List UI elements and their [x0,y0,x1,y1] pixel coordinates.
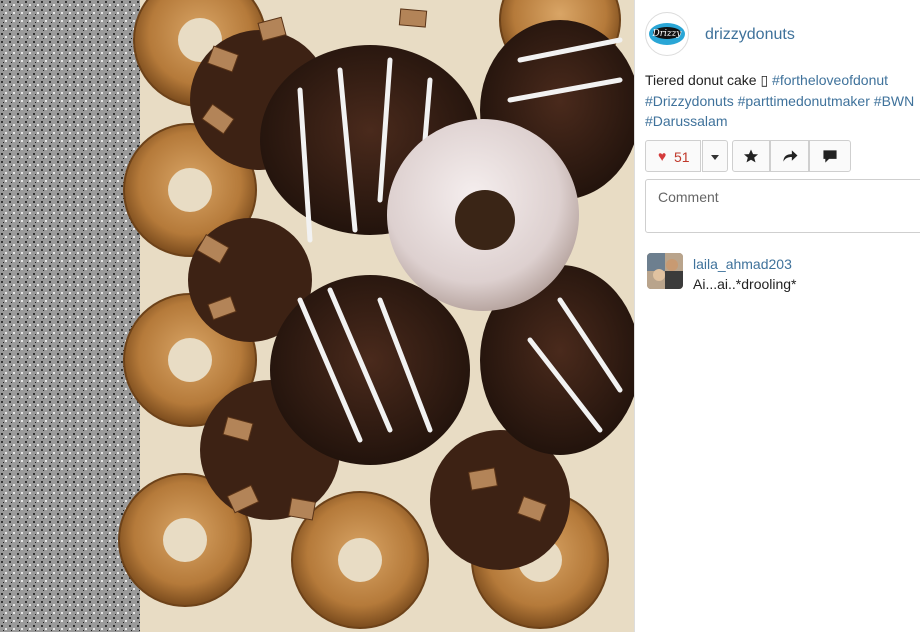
heart-icon: ♥ [658,148,667,164]
like-options-button[interactable] [702,140,728,172]
comment-text: Ai...ai..*drooling* [693,276,797,292]
comment-username[interactable]: laila_ahmad203 [693,256,792,272]
post-details-panel: Drizzy drizzydonuts Tiered donut cake ▯ … [635,0,920,632]
owner-avatar[interactable]: Drizzy [645,12,689,56]
post-photo [0,0,634,632]
hashtag-link[interactable]: #Drizzydonuts [645,93,734,109]
owner-username[interactable]: drizzydonuts [705,26,795,44]
donut-illustration [0,0,634,632]
caret-down-icon [711,155,719,160]
like-count: 51 [674,149,690,165]
svg-text:Drizzy: Drizzy [652,29,683,39]
favorite-button[interactable] [732,140,770,172]
post-caption: Tiered donut cake ▯ #fortheloveofdonut #… [645,70,915,132]
hashtag-link[interactable]: #Darussalam [645,113,727,129]
comment-placeholder: Comment [658,189,719,205]
like-button[interactable]: ♥ 51 [645,140,701,172]
hashtag-link[interactable]: #parttimedonutmaker [738,93,870,109]
speech-bubble-icon [823,150,837,163]
comment-input[interactable]: Comment [645,179,920,233]
share-arrow-icon [783,150,798,162]
commenter-avatar[interactable] [647,253,683,289]
comment-button[interactable] [809,140,851,172]
drizzy-logo-icon: Drizzy [647,14,687,54]
commenter-photo [647,253,683,289]
hashtag-link[interactable]: #fortheloveofdonut [772,72,888,88]
share-button[interactable] [770,140,809,172]
caption-text: Tiered donut cake ▯ [645,72,773,88]
hashtag-link[interactable]: #BWN [874,93,914,109]
star-icon [743,149,759,163]
